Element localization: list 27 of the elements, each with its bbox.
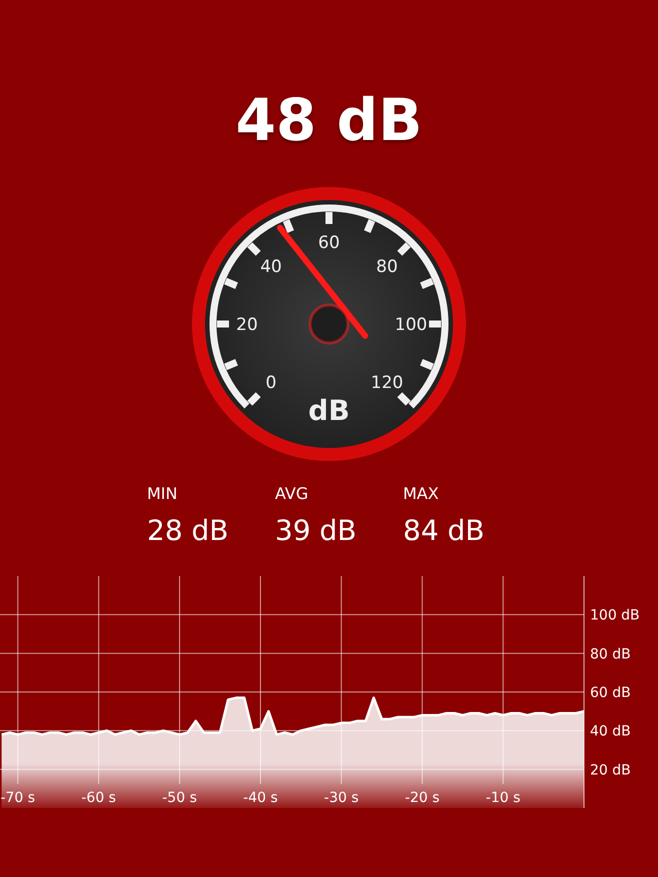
y-axis-label: 80 dB <box>590 646 631 662</box>
x-axis-label: -10 s <box>486 790 520 806</box>
stat-value: 39 dB <box>275 513 358 549</box>
unit-label: dB <box>308 394 350 427</box>
x-axis-label: -20 s <box>404 790 440 806</box>
scale-label: 0 <box>266 372 276 393</box>
x-axis-label: -40 s <box>243 790 278 806</box>
sound-level-reading: 48 dB <box>236 85 422 156</box>
scale-label: 20 <box>236 315 258 335</box>
scale-label: 60 <box>318 233 340 253</box>
stat-label: MAX <box>403 484 440 504</box>
stat-label: MIN <box>147 484 178 504</box>
y-axis-label: 100 dB <box>590 608 640 624</box>
scale-label: 40 <box>260 257 282 278</box>
scale-label: 100 <box>394 315 428 335</box>
stat-value: 84 dB <box>403 513 486 549</box>
x-axis-label: -30 s <box>324 790 359 806</box>
y-axis-label: 20 dB <box>590 762 631 778</box>
y-axis-label: 60 dB <box>590 685 631 701</box>
x-axis-label: -50 s <box>162 790 197 806</box>
stat-label: AVG <box>275 484 310 504</box>
y-axis-label: 40 dB <box>590 724 631 740</box>
scale-label: 120 <box>370 372 404 393</box>
x-axis-label: -70 s <box>0 790 36 806</box>
stat-value: 28 dB <box>147 513 230 549</box>
scale-label: 80 <box>376 257 398 278</box>
x-axis-label: -60 s <box>81 790 116 806</box>
